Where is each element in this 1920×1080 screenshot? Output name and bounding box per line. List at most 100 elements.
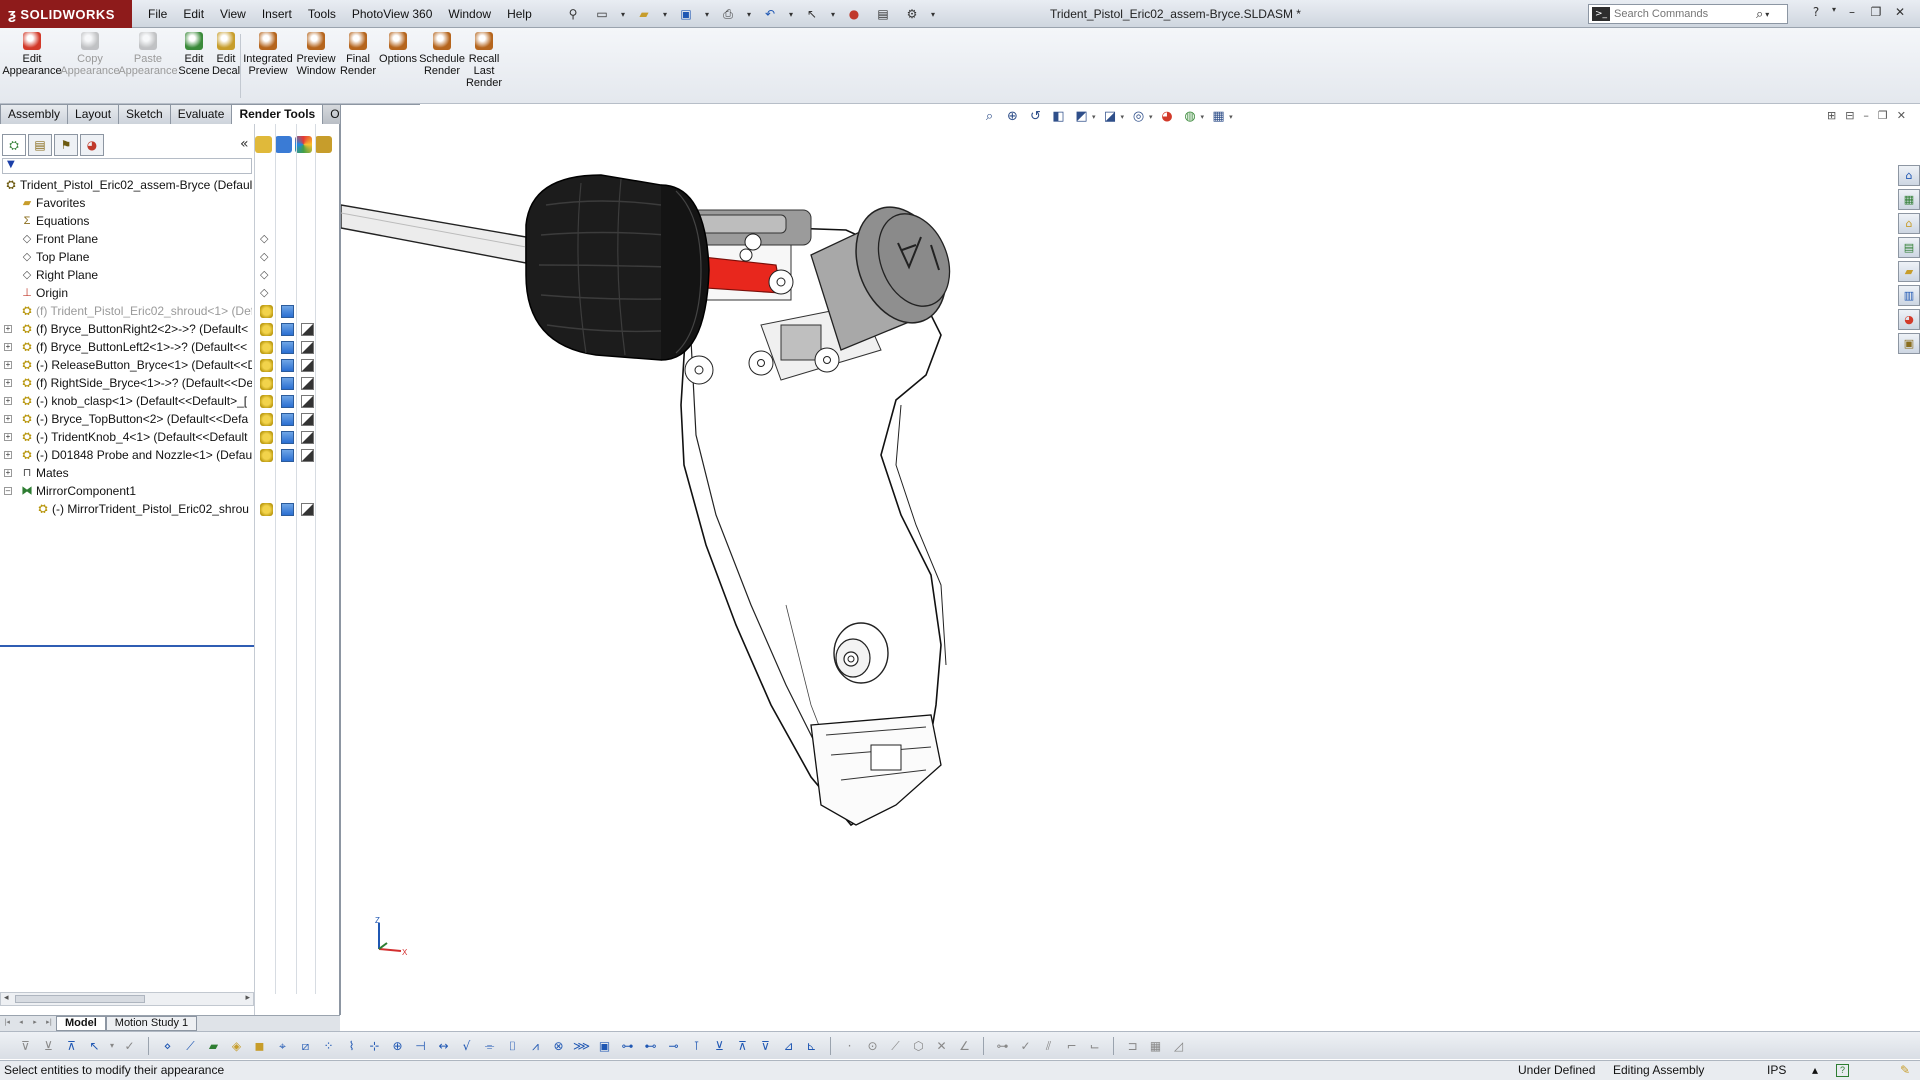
plane-visibility-icon[interactable]: ◇ [260,233,273,246]
filter-center-marks-icon[interactable]: ⊕ [388,1037,407,1055]
ribbon-edit-decal-button[interactable]: Edit Decal [212,32,240,77]
property-manager-tab-icon[interactable]: ▤ [28,134,52,156]
menu-edit[interactable]: Edit [175,7,212,21]
filter-dowel-pins-icon[interactable]: ⊶ [618,1037,637,1055]
appearance-cell-icon[interactable] [260,323,273,336]
units-dropdown-icon[interactable]: ▴ [1812,1061,1818,1080]
last-tab-icon[interactable]: ▸| [42,1018,56,1030]
expand-toggle-icon[interactable]: + [4,469,12,477]
display-mode-cell-icon[interactable] [281,395,294,408]
menu-view[interactable]: View [212,7,254,21]
tree-horizontal-scrollbar[interactable]: ◂ ▸ [0,992,254,1006]
tree-item[interactable]: + ⛭ (-) D01848 Probe and Nozzle<1> (Defaul [0,446,340,464]
search-icon[interactable]: ⌕ [1756,7,1763,22]
filter-notes-icon[interactable]: ⌷ [503,1037,522,1055]
options-dropdown-icon[interactable]: ▾ [928,4,938,24]
filter-solid-bodies-icon[interactable]: ◼ [250,1037,269,1055]
tree-item[interactable]: ◇ Front Plane ◇ [0,230,340,248]
plane-visibility-icon[interactable]: ◇ [260,287,273,300]
expand-toggle-icon[interactable]: + [4,415,12,423]
options-gear-icon[interactable]: ⚙ [899,4,925,24]
ribbon-edit-scene-button[interactable]: Edit Scene [178,32,210,77]
filter-connection-points-icon[interactable]: ⊷ [641,1037,660,1055]
solidworks-resources-icon[interactable]: ⌂ [1898,165,1920,186]
color-swatch-cell-icon[interactable] [301,395,314,408]
first-tab-icon[interactable]: |◂ [0,1018,14,1030]
filter-cosmetic-welds-icon[interactable]: ⊼ [733,1037,752,1055]
tree-item[interactable]: + ⛭ (-) knob_clasp<1> (Default<<Default>_[ [0,392,340,410]
ribbon-edit-appearance-button[interactable]: Edit Appearance [2,32,62,77]
clear-all-filters-icon[interactable]: ⊼ [62,1037,81,1055]
front-black-knob[interactable] [525,174,710,361]
filter-welds-icon[interactable]: ⊻ [710,1037,729,1055]
appearance-cell-icon[interactable] [260,413,273,426]
custom-properties-icon[interactable]: ▣ [1898,333,1920,354]
tree-item[interactable]: + ⛭ (-) ReleaseButton_Bryce<1> (Default<<D [0,356,340,374]
print-dropdown-icon[interactable]: ▾ [744,4,754,24]
display-mode-cell-icon[interactable] [281,323,294,336]
filter-surface-finish-icon[interactable]: √ [457,1037,476,1055]
tree-item[interactable]: ⊥ Origin ◇ [0,284,340,302]
filter-vertices-icon[interactable]: ⋄ [158,1037,177,1055]
color-swatch-cell-icon[interactable] [301,413,314,426]
color-swatch-cell-icon[interactable] [301,503,314,516]
filter-cosmetic-threads-icon[interactable]: ⋙ [572,1037,591,1055]
select-filter-dropdown-icon[interactable]: ▾ [108,1037,116,1055]
search-commands-input[interactable] [1614,8,1754,20]
menu-window[interactable]: Window [440,7,499,21]
expand-toggle-icon[interactable]: + [4,343,12,351]
display-mode-cell-icon[interactable] [281,341,294,354]
expand-toggle-icon[interactable]: + [4,325,12,333]
plane-visibility-icon[interactable]: ◇ [260,251,273,264]
filter-sketch-points-icon[interactable]: ⁘ [319,1037,338,1055]
display-mode-cell-icon[interactable] [281,503,294,516]
ribbon-schedule-render-button[interactable]: Schedule Render [419,32,465,77]
scroll-right-icon[interactable]: ▸ [245,993,250,1003]
filter-planes-icon[interactable]: ⧄ [296,1037,315,1055]
menu-insert[interactable]: Insert [254,7,300,21]
ribbon-final-render-button[interactable]: Final Render [340,32,376,77]
appearance-cell-icon[interactable] [260,341,273,354]
filter-dimensions-icon[interactable]: ↔ [434,1037,453,1055]
tree-item[interactable]: ◇ Top Plane ◇ [0,248,340,266]
next-tab-icon[interactable]: ▸ [28,1018,42,1030]
undo-dropdown-icon[interactable]: ▾ [786,4,796,24]
probe-rod[interactable] [341,204,527,264]
tree-item[interactable]: ▰ Favorites [0,194,340,212]
color-swatch-cell-icon[interactable] [301,431,314,444]
filter-ordinate-dims-icon[interactable]: ⊾ [802,1037,821,1055]
tab-render-tools[interactable]: Render Tools [231,104,324,124]
rebuild-icon[interactable]: ● [841,4,867,24]
display-mode-cell-icon[interactable] [281,359,294,372]
tree-item[interactable]: ⛭ (-) MirrorTrident_Pistol_Eric02_shrou [0,500,340,518]
appearance-cell-icon[interactable] [260,395,273,408]
feature-manager-tab-icon[interactable]: ⛭ [2,134,26,156]
display-mode-cell-icon[interactable] [281,449,294,462]
close-icon[interactable]: ✕ [1890,5,1910,21]
color-swatch-cell-icon[interactable] [301,449,314,462]
filter-axes-icon[interactable]: ⌖ [273,1037,292,1055]
open-icon[interactable]: ▰ [631,4,657,24]
tree-item[interactable]: + ⛭ (-) TridentKnob_4<1> (Default<<Default [0,428,340,446]
ribbon-preview-window-button[interactable]: Preview Window [295,32,337,77]
appearance-cell-icon[interactable] [260,449,273,462]
expand-toggle-icon[interactable]: + [4,433,12,441]
bottom-tab-model[interactable]: Model [56,1016,106,1031]
rebuild-status-icon[interactable]: ✎ [1900,1061,1910,1080]
help-icon[interactable]: ? [1806,5,1826,21]
tab-assembly[interactable]: Assembly [0,104,69,124]
select-arrow-icon[interactable]: ↖ [799,4,825,24]
scroll-left-icon[interactable]: ◂ [4,993,9,1003]
select-dropdown-icon[interactable]: ▾ [828,4,838,24]
pistol-3d-model[interactable] [341,105,1911,1015]
file-properties-icon[interactable]: ▤ [870,4,896,24]
expand-toggle-icon[interactable]: – [4,487,12,495]
search-results-icon[interactable]: ▥ [1898,285,1920,306]
tree-item[interactable]: ◇ Right Plane ◇ [0,266,340,284]
tab-sketch[interactable]: Sketch [118,104,171,124]
restore-icon[interactable]: ❐ [1866,5,1886,21]
filter-blocks-icon[interactable]: ▣ [595,1037,614,1055]
tree-item[interactable]: + ⛭ (f) Bryce_ButtonRight2<2>->? (Default< [0,320,340,338]
tree-item[interactable]: + ⛭ (-) Bryce_TopButton<2> (Default<<Defa [0,410,340,428]
color-swatch-cell-icon[interactable] [301,341,314,354]
